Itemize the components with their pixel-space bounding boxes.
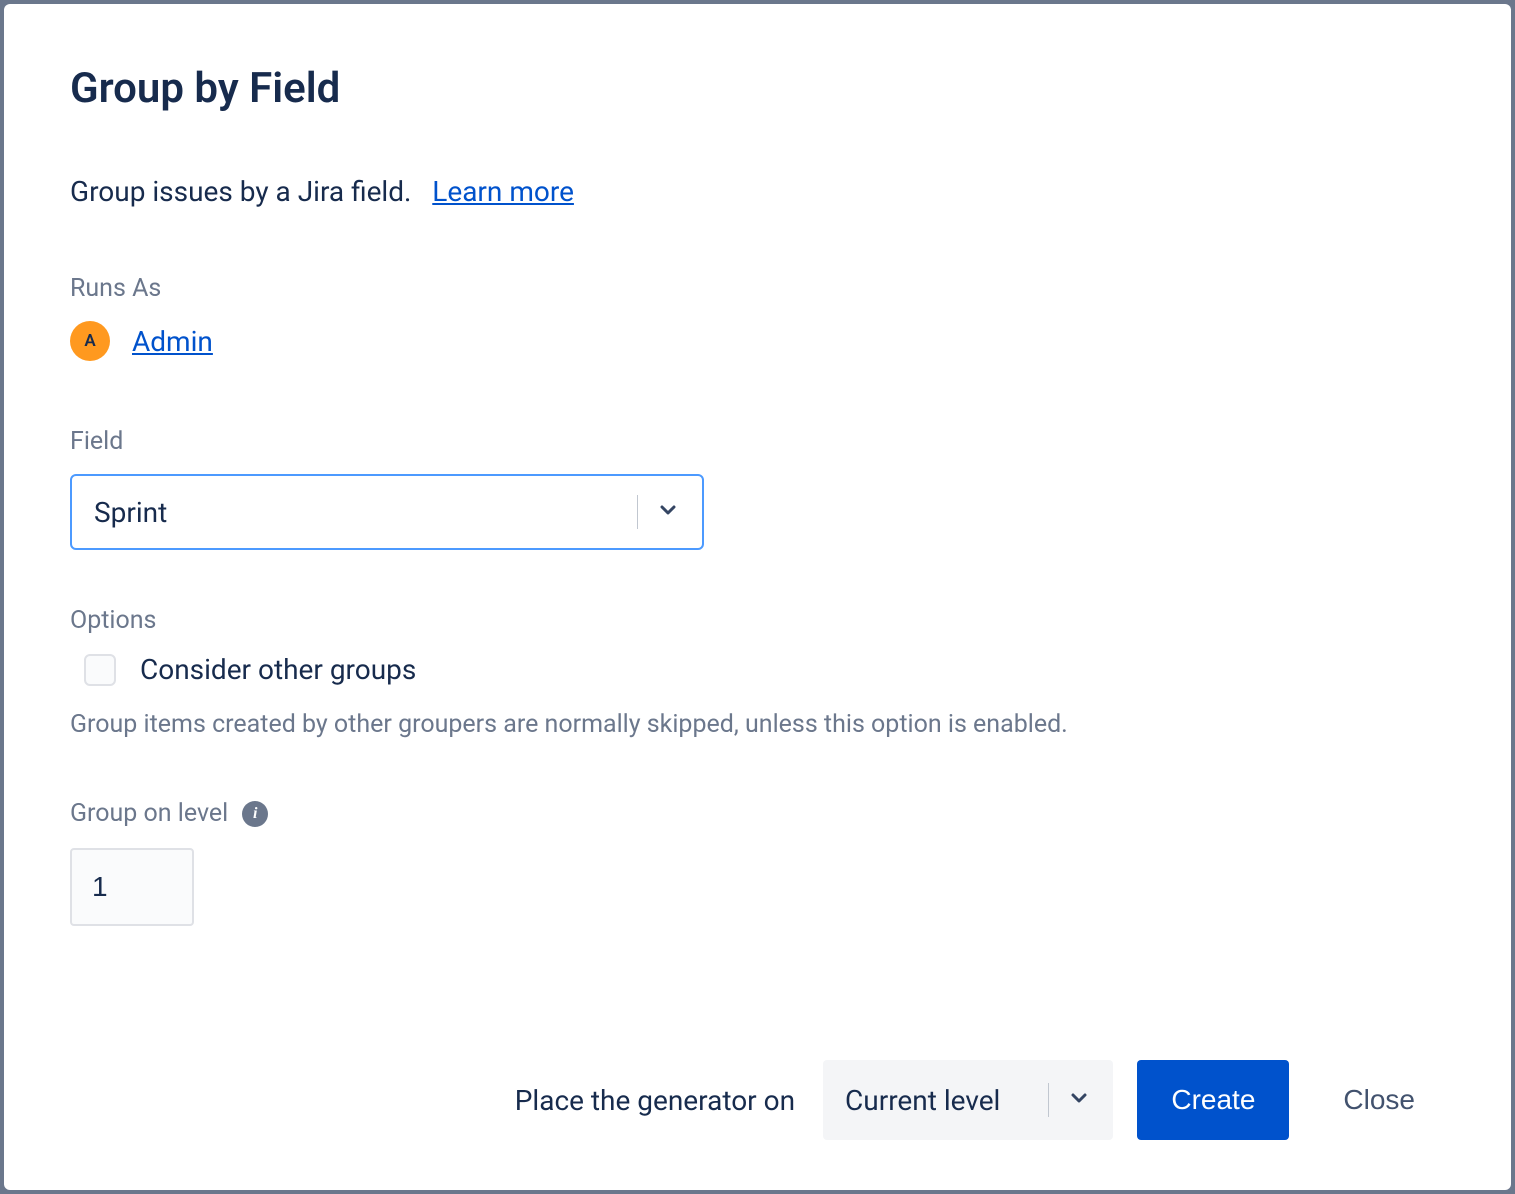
consider-other-groups-row: Consider other groups — [84, 653, 1445, 686]
close-button[interactable]: Close — [1313, 1060, 1445, 1140]
field-label: Field — [70, 427, 1445, 456]
runs-as-row: A Admin — [70, 321, 1445, 361]
dialog-description-row: Group issues by a Jira field. Learn more — [70, 175, 1445, 208]
group-by-field-dialog: Group by Field Group issues by a Jira fi… — [4, 4, 1511, 1190]
field-select[interactable]: Sprint — [70, 474, 704, 550]
generator-level-select[interactable]: Current level — [823, 1060, 1113, 1140]
group-level-input[interactable] — [70, 848, 194, 926]
chevron-down-icon — [656, 496, 680, 529]
field-selected-value: Sprint — [94, 496, 629, 529]
dialog-title: Group by Field — [70, 64, 1445, 113]
user-avatar: A — [70, 321, 110, 361]
create-button[interactable]: Create — [1137, 1060, 1289, 1140]
consider-other-groups-checkbox[interactable] — [84, 654, 116, 686]
chevron-down-icon — [1067, 1084, 1091, 1117]
info-icon[interactable]: i — [242, 801, 268, 827]
group-level-label: Group on level — [70, 799, 228, 828]
consider-other-groups-help: Group items created by other groupers ar… — [70, 710, 1445, 739]
group-level-label-row: Group on level i — [70, 799, 1445, 828]
consider-other-groups-label: Consider other groups — [140, 653, 416, 686]
dialog-description: Group issues by a Jira field. — [70, 175, 411, 208]
dialog-footer: Place the generator on Current level Cre… — [70, 1060, 1445, 1140]
place-generator-label: Place the generator on — [515, 1084, 795, 1117]
select-separator — [1048, 1083, 1049, 1117]
runs-as-user-link[interactable]: Admin — [132, 325, 213, 358]
learn-more-link[interactable]: Learn more — [432, 175, 574, 208]
select-separator — [637, 495, 638, 529]
options-label: Options — [70, 606, 1445, 635]
runs-as-label: Runs As — [70, 274, 1445, 303]
generator-level-value: Current level — [845, 1084, 1040, 1117]
